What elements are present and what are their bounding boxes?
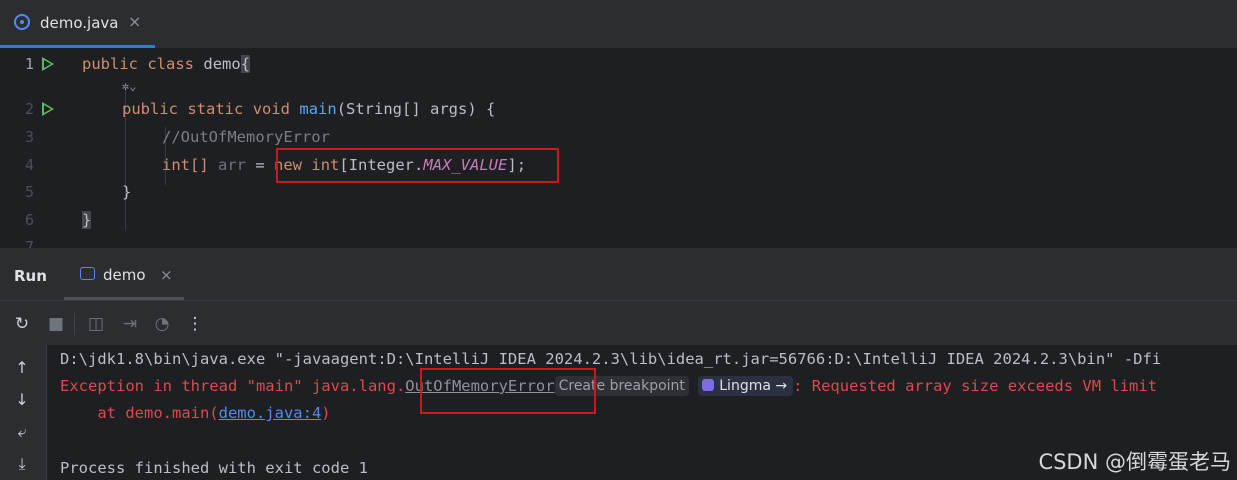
code-line-5: } xyxy=(122,183,132,201)
console-exception-line: Exception in thread "main" java.lang.Out… xyxy=(60,376,1158,396)
rerun-icon[interactable]: ↻ xyxy=(12,314,32,334)
code-line-3: //OutOfMemoryError xyxy=(162,128,330,146)
editor-tab-demo-java[interactable]: demo.java × xyxy=(0,0,155,48)
run-panel-title: Run xyxy=(14,267,47,285)
toolbar-divider xyxy=(74,313,75,335)
run-toolbar: ↻ ■ ◫ ⇥ ◔ ⋮ xyxy=(0,300,1237,345)
editor-tab-title: demo.java xyxy=(40,14,119,32)
line-number: 2 xyxy=(24,100,34,118)
code-vision-hint[interactable]: ✲⌄ xyxy=(122,79,136,93)
line-number: 4 xyxy=(24,156,34,174)
line-number: 3 xyxy=(24,128,34,146)
close-run-tab-icon[interactable]: × xyxy=(160,266,173,284)
java-class-icon xyxy=(14,14,30,30)
run-tab-title: demo xyxy=(103,266,146,284)
arrow-down-icon[interactable]: ↓ xyxy=(12,390,32,410)
profiler-gauge-icon[interactable]: ◔ xyxy=(152,314,172,334)
stacktrace-source-link[interactable]: demo.java:4 xyxy=(219,404,322,422)
console-command-line: D:\jdk1.8\bin\java.exe "-javaagent:D:\In… xyxy=(60,350,1162,368)
line-number: 1 xyxy=(24,55,34,73)
restore-layout-icon[interactable]: ⇥ xyxy=(120,314,140,334)
run-class-icon[interactable] xyxy=(42,57,54,71)
lingma-icon xyxy=(702,379,715,391)
line-number: 5 xyxy=(24,183,34,201)
lingma-button[interactable]: Lingma → xyxy=(698,376,794,396)
scroll-to-end-icon[interactable]: ⤓ xyxy=(12,454,32,474)
run-config-icon xyxy=(80,267,95,280)
more-options-icon[interactable]: ⋮ xyxy=(185,314,205,334)
watermark: CSDN @倒霉蛋老马 xyxy=(1038,450,1231,474)
code-editor[interactable]: 1 2 3 4 5 6 7 public class demo{ ✲⌄ publ… xyxy=(0,49,1237,248)
run-main-icon[interactable] xyxy=(42,102,54,116)
arrow-up-icon[interactable]: ↑ xyxy=(12,358,32,378)
code-line-1: public class demo{ xyxy=(82,55,251,73)
code-line-2: public static void main(String[] args) { xyxy=(122,100,496,118)
highlight-box-new-array xyxy=(276,148,559,183)
soft-wrap-icon[interactable]: ⤶ xyxy=(12,422,32,442)
camera-icon[interactable]: ◫ xyxy=(86,314,106,334)
line-number: 7 xyxy=(24,238,34,248)
run-tool-window-header: Run demo × xyxy=(0,248,1237,300)
highlight-box-oome xyxy=(420,368,596,414)
console-stacktrace-line: at demo.main(demo.java:4) xyxy=(60,404,331,422)
console-side-toolbar: ↑ ↓ ⤶ ⤓ xyxy=(0,345,47,480)
console-exit-line: Process finished with exit code 1 xyxy=(60,459,368,477)
active-tab-indicator xyxy=(0,45,155,48)
run-tab-demo[interactable]: demo × xyxy=(64,248,184,300)
stop-icon[interactable]: ■ xyxy=(46,314,66,334)
close-tab-icon[interactable]: × xyxy=(128,12,141,31)
code-line-6: } xyxy=(82,211,92,229)
editor-tab-bar: demo.java × xyxy=(0,0,1237,49)
line-number: 6 xyxy=(24,211,34,229)
